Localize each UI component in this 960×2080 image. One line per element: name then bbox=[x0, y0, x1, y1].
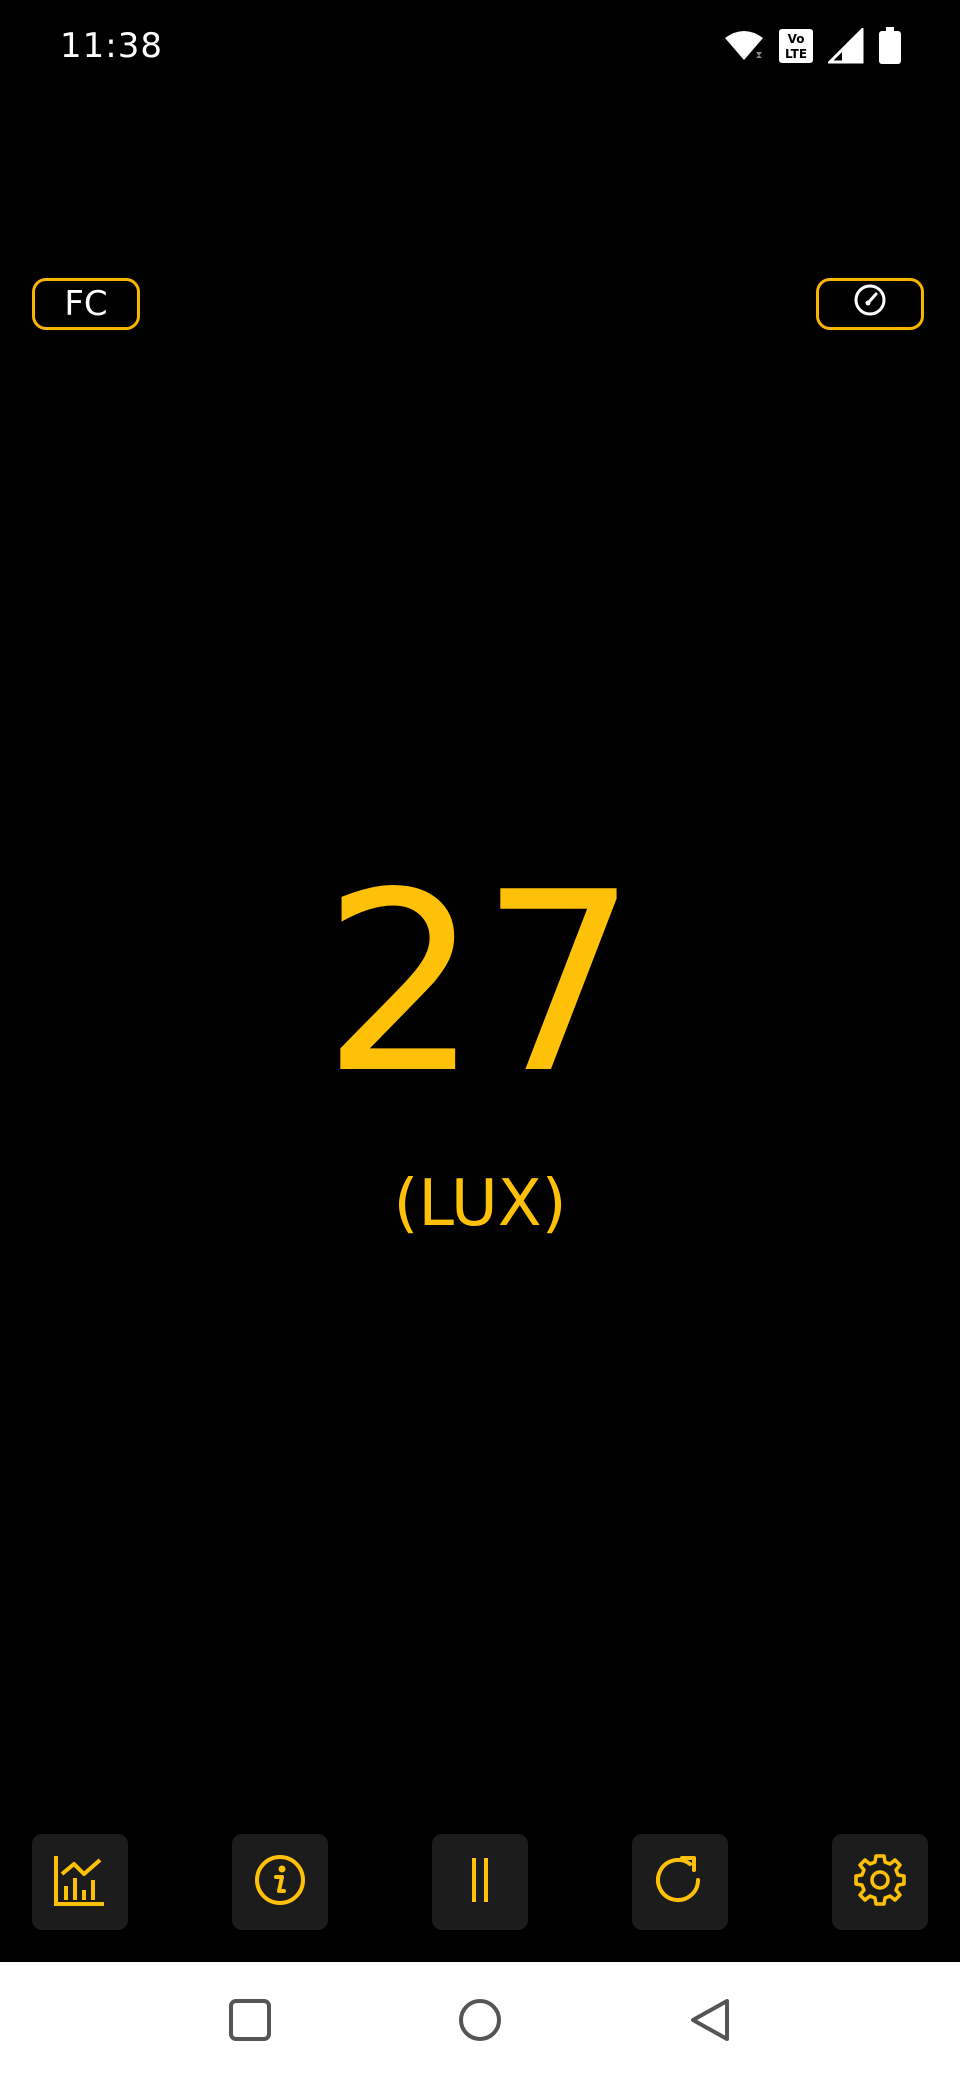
recents-square-icon bbox=[228, 1998, 272, 2047]
home-circle-icon bbox=[457, 1997, 503, 2048]
info-button[interactable] bbox=[232, 1834, 328, 1930]
volte-icon: Vo LTE bbox=[778, 28, 814, 69]
lux-reading-value: 27 bbox=[322, 840, 638, 1128]
status-time: 11:38 bbox=[60, 26, 163, 66]
pause-button[interactable] bbox=[432, 1834, 528, 1930]
system-navigation-bar bbox=[0, 1962, 960, 2080]
chart-icon bbox=[52, 1852, 108, 1913]
status-bar: 11:38 Vo LTE bbox=[0, 0, 960, 100]
wifi-icon bbox=[724, 30, 764, 67]
pause-icon bbox=[460, 1854, 500, 1911]
back-button[interactable] bbox=[680, 1992, 740, 2052]
light-meter-screen: 11:38 Vo LTE FC 27 (LUX) bbox=[0, 0, 960, 2080]
signal-icon bbox=[826, 25, 864, 69]
svg-text:Vo: Vo bbox=[788, 32, 805, 46]
recents-button[interactable] bbox=[220, 1992, 280, 2052]
unit-toggle-button[interactable]: FC bbox=[32, 278, 140, 330]
back-triangle-icon bbox=[687, 1997, 733, 2048]
status-icons: Vo LTE bbox=[724, 25, 902, 70]
svg-text:LTE: LTE bbox=[785, 47, 807, 61]
meter-mode-button[interactable] bbox=[816, 278, 924, 330]
info-icon bbox=[253, 1853, 307, 1912]
speedometer-icon bbox=[853, 283, 887, 326]
battery-icon bbox=[878, 26, 902, 70]
settings-button[interactable] bbox=[832, 1834, 928, 1930]
bottom-toolbar bbox=[0, 1834, 960, 1930]
refresh-icon bbox=[652, 1852, 708, 1913]
chart-button[interactable] bbox=[32, 1834, 128, 1930]
settings-icon bbox=[852, 1852, 908, 1913]
refresh-button[interactable] bbox=[632, 1834, 728, 1930]
lux-reading-unit: (LUX) bbox=[393, 1167, 567, 1241]
unit-toggle-label: FC bbox=[64, 284, 108, 324]
home-button[interactable] bbox=[450, 1992, 510, 2052]
